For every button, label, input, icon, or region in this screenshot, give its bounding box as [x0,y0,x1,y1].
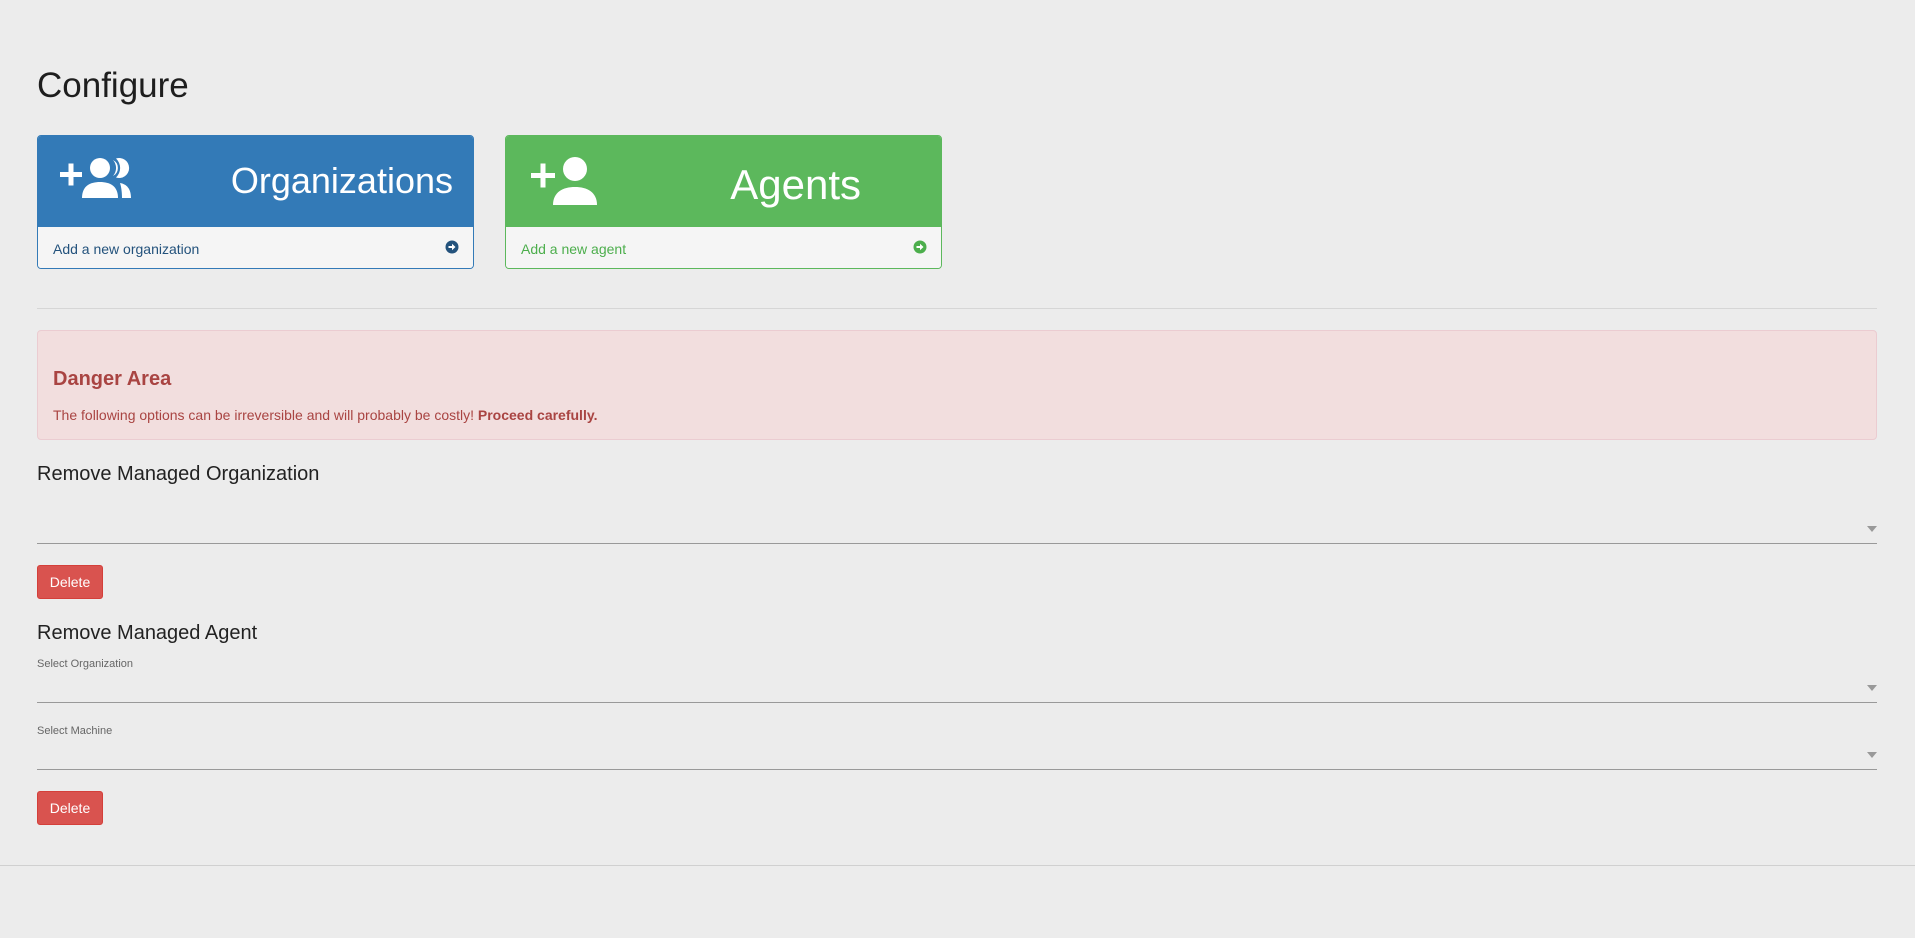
danger-emphasis: Proceed carefully. [477,407,598,423]
danger-text: The following options can be irreversibl… [53,406,597,424]
danger-title: Danger Area [53,368,172,390]
agent-organization-select[interactable] [37,673,1877,703]
organizations-panel: Organizations Add a new organization [37,135,474,269]
add-agent-label: Add a new agent [521,241,627,257]
agents-panel-header: Agents [506,136,941,227]
footer-divider [0,865,1915,866]
remove-organization-title: Remove Managed Organization [37,463,320,485]
arrow-circle-right-icon [913,240,927,257]
select-machine-label: Select Machine [37,725,113,737]
page-title: Configure [37,66,189,105]
organizations-title: Organizations [230,160,453,201]
delete-organization-button[interactable]: Delete [37,565,103,599]
caret-down-icon [1867,685,1877,691]
person-add-icon [531,156,599,211]
delete-agent-button[interactable]: Delete [37,791,103,825]
caret-down-icon [1867,752,1877,758]
caret-down-icon [1867,526,1877,532]
arrow-circle-right-icon [445,240,459,257]
organization-select[interactable] [37,514,1877,544]
add-organization-link[interactable]: Add a new organization [38,227,473,268]
danger-alert: Danger Area The following options can be… [37,330,1877,440]
agents-panel: Agents Add a new agent [505,135,942,269]
danger-message: The following options can be irreversibl… [53,407,478,423]
remove-agent-title: Remove Managed Agent [37,622,258,644]
agents-title: Agents [730,161,861,208]
organizations-panel-header: Organizations [38,136,473,227]
section-divider [37,308,1877,309]
add-organization-label: Add a new organization [53,241,200,257]
select-organization-label: Select Organization [37,658,133,670]
add-agent-link[interactable]: Add a new agent [506,227,941,268]
group-add-icon [60,156,132,207]
machine-select[interactable] [37,740,1877,770]
